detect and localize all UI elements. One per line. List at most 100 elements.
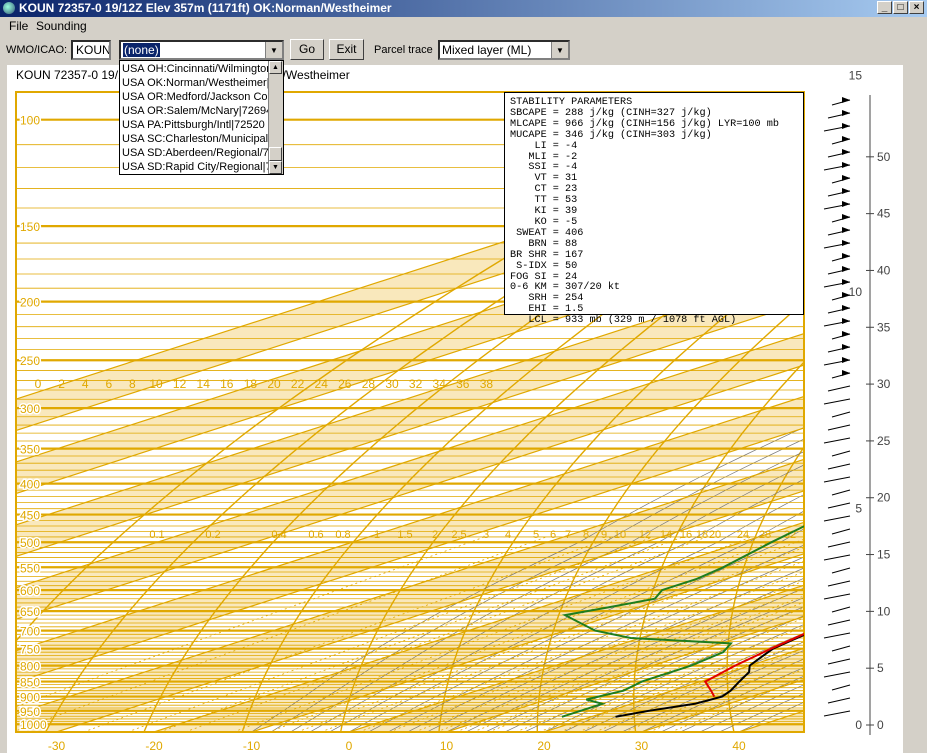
temperature-tick-label: 10 bbox=[440, 739, 454, 753]
mixing-ratio-label: 4 bbox=[505, 529, 511, 541]
mixing-ratio-label: 1.5 bbox=[397, 529, 412, 541]
wind-flag bbox=[842, 110, 850, 116]
temperature-tick-label: -10 bbox=[243, 739, 261, 753]
wind-barb bbox=[827, 424, 851, 431]
wind-flag bbox=[842, 318, 850, 324]
station-option[interactable]: USA SD:Rapid City/Regional|72662 bbox=[122, 161, 283, 173]
wetbulb-label: 20 bbox=[267, 377, 281, 391]
isotherm-line bbox=[837, 92, 927, 732]
height-km-label: 50 bbox=[877, 150, 891, 164]
scroll-up-icon[interactable]: ▲ bbox=[269, 61, 282, 74]
station-option[interactable]: USA OH:Cincinnati/Wilmington/72426 bbox=[122, 63, 283, 75]
scroll-thumb[interactable] bbox=[269, 147, 282, 161]
mixing-ratio-label: 20 bbox=[709, 529, 721, 541]
pressure-label: 450 bbox=[20, 509, 40, 523]
height-km-label: 20 bbox=[877, 491, 891, 505]
wind-flag bbox=[842, 123, 850, 129]
wetbulb-label: 12 bbox=[173, 377, 187, 391]
wind-flag bbox=[842, 162, 850, 168]
wetbulb-label: 4 bbox=[82, 377, 89, 391]
wetbulb-label: 16 bbox=[220, 377, 234, 391]
station-option[interactable]: USA SC:Charleston/Municipal|72208 bbox=[122, 133, 283, 145]
pressure-label: 600 bbox=[20, 584, 40, 598]
wind-barb bbox=[831, 489, 851, 496]
pressure-label: 400 bbox=[20, 478, 40, 492]
stability-line-lcl: LCL = 933 mb (329 m / 1078 ft AGL) bbox=[510, 315, 737, 327]
wind-barb bbox=[831, 684, 851, 691]
mixing-ratio-label: 5 bbox=[533, 529, 539, 541]
wetbulb-label: 36 bbox=[456, 377, 470, 391]
station-option[interactable]: USA OK:Norman/Westheimer|72357 bbox=[122, 77, 283, 89]
wetbulb-label: 0 bbox=[35, 377, 42, 391]
wind-flag bbox=[842, 214, 850, 220]
station-option[interactable]: USA OR:Medford/Jackson Co|72597 bbox=[122, 91, 283, 103]
wind-flag bbox=[842, 227, 850, 233]
wind-barb bbox=[823, 476, 851, 483]
dropdown-scrollbar[interactable]: ▲ ▼ bbox=[268, 61, 283, 174]
wetbulb-label: 14 bbox=[197, 377, 211, 391]
mixing-ratio-label: 28 bbox=[759, 529, 771, 541]
height-kft-label: 15 bbox=[849, 69, 863, 83]
mixing-ratio-label: 2.5 bbox=[451, 529, 466, 541]
height-km-label: 0 bbox=[877, 718, 884, 732]
wind-barb bbox=[823, 632, 851, 639]
stability-line-mucape: MUCAPE = 346 j/kg (CINH=303 j/kg) bbox=[510, 129, 712, 141]
wetbulb-label: 30 bbox=[385, 377, 399, 391]
wind-barb bbox=[827, 580, 851, 587]
mixing-ratio-label: 14 bbox=[660, 529, 672, 541]
pressure-label: 350 bbox=[20, 443, 40, 457]
height-kft-label: 5 bbox=[855, 502, 862, 516]
wind-barb bbox=[831, 450, 851, 457]
mixing-ratio-label: 1 bbox=[374, 529, 380, 541]
station-dropdown-list[interactable]: USA OH:Cincinnati/Wilmington/72426 USA O… bbox=[119, 60, 284, 175]
wetbulb-label: 8 bbox=[129, 377, 136, 391]
mixing-ratio-label: 2 bbox=[432, 529, 438, 541]
mixing-ratio-label: 10 bbox=[614, 529, 626, 541]
wetbulb-label: 28 bbox=[362, 377, 376, 391]
pressure-label: 100 bbox=[20, 114, 40, 128]
stability-line-li: LI = -4 bbox=[510, 140, 578, 152]
height-kft-label: 0 bbox=[855, 718, 862, 732]
wetbulb-label: 32 bbox=[409, 377, 423, 391]
wind-flag bbox=[842, 331, 850, 337]
mixing-ratio-label: 16 bbox=[680, 529, 692, 541]
scroll-down-icon[interactable]: ▼ bbox=[269, 161, 282, 174]
wind-barb bbox=[827, 697, 851, 704]
temperature-tick-label: 20 bbox=[537, 739, 551, 753]
wind-flag bbox=[842, 97, 850, 103]
wind-flag bbox=[842, 344, 850, 350]
pressure-label: 950 bbox=[20, 705, 40, 719]
station-option[interactable]: USA OR:Salem/McNary|72694 bbox=[122, 105, 272, 117]
temperature-tick-label: -20 bbox=[145, 739, 163, 753]
wind-flag bbox=[842, 201, 850, 207]
pressure-label: 650 bbox=[20, 605, 40, 619]
mixing-ratio-label: 24 bbox=[737, 529, 749, 541]
height-km-label: 10 bbox=[877, 604, 891, 618]
wind-barb bbox=[831, 606, 851, 613]
wetbulb-label: 34 bbox=[433, 377, 447, 391]
station-option[interactable]: USA PA:Pittsburgh/Intl|72520 bbox=[122, 119, 265, 131]
pressure-label: 850 bbox=[20, 676, 40, 690]
pressure-label: 200 bbox=[20, 296, 40, 310]
wind-barb bbox=[823, 671, 851, 678]
wetbulb-label: 22 bbox=[291, 377, 305, 391]
wind-barb bbox=[827, 658, 851, 665]
mixing-ratio-label: 7 bbox=[565, 529, 571, 541]
mixing-ratio-label: 0.1 bbox=[149, 529, 164, 541]
mixing-ratio-label: 0.2 bbox=[205, 529, 220, 541]
height-km-label: 15 bbox=[877, 548, 891, 562]
wind-barb bbox=[823, 554, 851, 561]
pressure-label: 1000 bbox=[20, 718, 47, 732]
temperature-tick-label: 30 bbox=[635, 739, 649, 753]
wind-flag bbox=[842, 149, 850, 155]
dry-adiabat-line bbox=[905, 92, 927, 732]
mixing-ratio-label: 12 bbox=[639, 529, 651, 541]
pressure-label: 550 bbox=[20, 561, 40, 575]
wind-barb bbox=[827, 463, 851, 470]
wind-barb bbox=[831, 528, 851, 535]
wind-barb bbox=[831, 645, 851, 652]
wind-barb bbox=[827, 385, 851, 392]
height-km-label: 25 bbox=[877, 434, 891, 448]
station-option[interactable]: USA SD:Aberdeen/Regional/72659 bbox=[122, 147, 283, 159]
height-km-label: 35 bbox=[877, 320, 891, 334]
